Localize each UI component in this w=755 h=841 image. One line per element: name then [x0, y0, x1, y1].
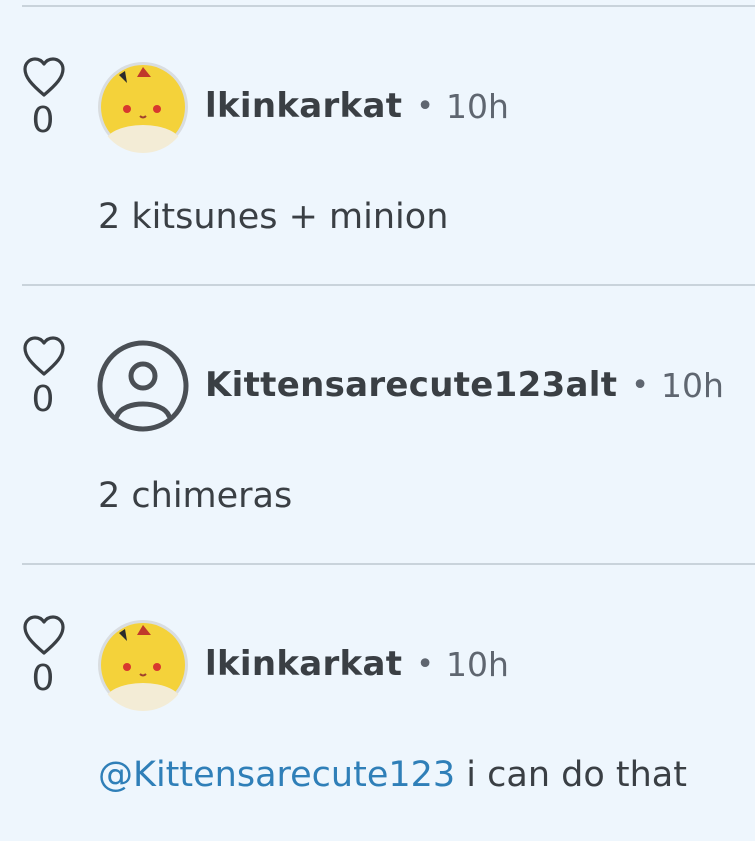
comment-body: 2 chimeras	[98, 476, 292, 516]
heart-icon[interactable]	[21, 334, 67, 378]
divider	[22, 563, 755, 565]
comment-item: 0 Kittensarecute123alt • 10h 2 chimeras	[0, 284, 755, 562]
like-count: 0	[31, 379, 55, 420]
timestamp: 10h	[445, 86, 509, 126]
like-count: 0	[31, 658, 55, 699]
comment-text: 2 kitsunes + minion	[98, 197, 449, 237]
divider	[22, 5, 755, 7]
avatar[interactable]	[97, 340, 189, 432]
username[interactable]: lkinkarkat	[205, 644, 402, 684]
heart-icon[interactable]	[21, 613, 67, 657]
divider	[22, 284, 755, 286]
comment-header: lkinkarkat • 10h	[205, 639, 509, 689]
like-control: 0	[20, 334, 68, 420]
comment-header: lkinkarkat • 10h	[205, 81, 509, 131]
like-control: 0	[20, 55, 68, 141]
username[interactable]: Kittensarecute123alt	[205, 365, 617, 405]
avatar[interactable]	[97, 619, 189, 711]
like-count: 0	[31, 100, 55, 141]
timestamp: 10h	[445, 644, 509, 684]
separator: •	[631, 367, 649, 403]
pikachu-avatar-icon	[98, 62, 188, 153]
heart-icon[interactable]	[21, 55, 67, 99]
pikachu-avatar-icon	[98, 620, 188, 711]
comment-item: 0 lkinkarkat • 10h 2 kitsunes + minion	[0, 5, 755, 283]
separator: •	[416, 646, 434, 682]
default-user-icon	[97, 340, 189, 432]
comment-item: 0 lkinkarkat • 10h @Kittensarecute123 i …	[0, 563, 755, 841]
comment-body: 2 kitsunes + minion	[98, 197, 448, 237]
username[interactable]: lkinkarkat	[205, 86, 402, 126]
mention-link[interactable]: @Kittensarecute123	[98, 755, 455, 795]
like-control: 0	[20, 613, 68, 699]
comment-text: i can do that	[455, 755, 687, 795]
comment-header: Kittensarecute123alt • 10h	[205, 360, 724, 410]
separator: •	[416, 88, 434, 124]
comment-text: 2 chimeras	[98, 476, 293, 516]
comment-body: @Kittensarecute123 i can do that	[98, 755, 687, 795]
avatar[interactable]	[97, 61, 189, 153]
timestamp: 10h	[660, 365, 724, 405]
